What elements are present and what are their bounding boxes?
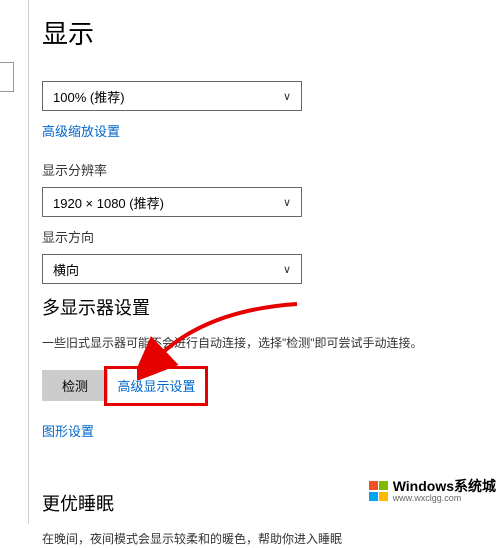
watermark-main: Windows系统城: [393, 479, 496, 494]
detect-button[interactable]: 检测: [42, 370, 108, 401]
watermark-sub: www.wxclgg.com: [393, 494, 496, 504]
highlight-annotation: 高级显示设置: [104, 366, 208, 406]
page-title: 显示: [42, 14, 500, 51]
chevron-down-icon: ∨: [283, 263, 291, 276]
scale-label-cutoff: [42, 69, 500, 77]
windows-logo-icon: [369, 481, 389, 501]
multi-display-heading: 多显示器设置: [42, 294, 500, 320]
orientation-value: 横向: [53, 260, 283, 279]
scale-value: 100% (推荐): [53, 87, 283, 106]
watermark: Windows系统城 www.wxclgg.com: [365, 477, 500, 506]
resolution-dropdown[interactable]: 1920 × 1080 (推荐) ∨: [42, 187, 302, 217]
advanced-display-link[interactable]: 高级显示设置: [117, 376, 195, 395]
chevron-down-icon: ∨: [283, 90, 291, 103]
multi-display-help: 一些旧式显示器可能不会进行自动连接，选择"检测"即可尝试手动连接。: [42, 334, 500, 352]
scale-dropdown[interactable]: 100% (推荐) ∨: [42, 81, 302, 111]
chevron-down-icon: ∨: [283, 196, 291, 209]
orientation-dropdown[interactable]: 横向 ∨: [42, 254, 302, 284]
resolution-value: 1920 × 1080 (推荐): [53, 193, 283, 212]
advanced-scaling-link[interactable]: 高级缩放设置: [42, 121, 120, 140]
sleep-help: 在晚间，夜间模式会显示较柔和的暖色，帮助你进入睡眠: [42, 530, 500, 548]
graphics-settings-link[interactable]: 图形设置: [42, 421, 94, 440]
orientation-label: 显示方向: [42, 227, 500, 246]
resolution-label: 显示分辨率: [42, 160, 500, 179]
